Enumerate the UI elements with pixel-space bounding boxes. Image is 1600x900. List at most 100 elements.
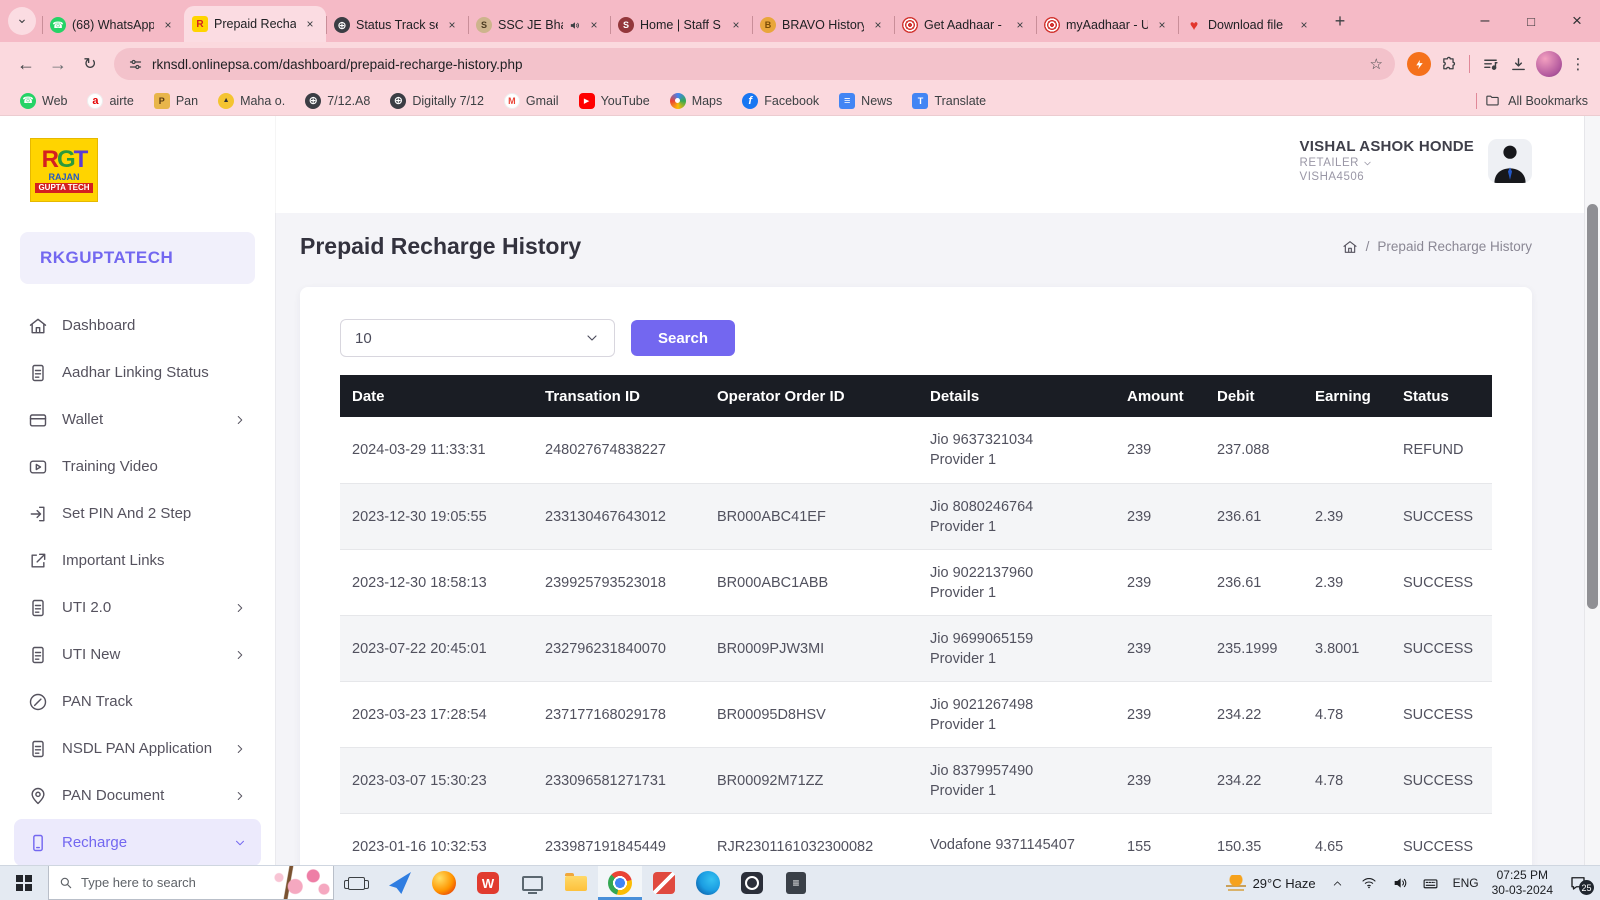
browser-tab[interactable]: BRAVO History bbox=[752, 8, 894, 42]
taskbar-search-box[interactable]: Type here to search bbox=[48, 866, 334, 900]
user-avatar[interactable] bbox=[1488, 139, 1532, 183]
bookmark-item[interactable]: Web bbox=[12, 90, 75, 112]
media-controls-icon[interactable] bbox=[1476, 50, 1504, 78]
red-app-icon[interactable] bbox=[642, 866, 686, 900]
sidebar-item[interactable]: Dashboard bbox=[14, 302, 261, 349]
tab-close-icon[interactable] bbox=[586, 17, 602, 33]
calculator-icon[interactable] bbox=[774, 866, 818, 900]
sidebar-item[interactable]: Set PIN And 2 Step bbox=[14, 490, 261, 537]
file-explorer-icon[interactable] bbox=[554, 866, 598, 900]
sidebar-item[interactable]: Wallet bbox=[14, 396, 261, 443]
new-tab-button[interactable] bbox=[1326, 7, 1354, 35]
browser-tab[interactable]: SSC JE Bha bbox=[468, 8, 610, 42]
tab-close-icon[interactable] bbox=[870, 17, 886, 33]
tab-close-icon[interactable] bbox=[302, 16, 318, 32]
browser-tab[interactable]: Status Track se bbox=[326, 8, 468, 42]
chevron-down-icon[interactable] bbox=[1362, 158, 1373, 169]
sidebar-item[interactable]: NSDL PAN Application bbox=[14, 725, 261, 772]
scrollbar-thumb[interactable] bbox=[1587, 204, 1598, 609]
table-row: 2023-12-30 18:58:13 239925793523018 BR00… bbox=[340, 549, 1492, 615]
taskbar-clock[interactable]: 07:25 PM 30-03-2024 bbox=[1492, 868, 1553, 898]
wifi-icon[interactable] bbox=[1360, 874, 1378, 892]
sidebar-item[interactable]: UTI New bbox=[14, 631, 261, 678]
sidebar-item[interactable]: Training Video bbox=[14, 443, 261, 490]
tab-close-icon[interactable] bbox=[160, 17, 176, 33]
tab-audio-icon[interactable] bbox=[569, 20, 580, 31]
language-indicator[interactable]: ENG bbox=[1453, 876, 1479, 890]
cell-amount: 155 bbox=[1115, 814, 1205, 865]
user-profile[interactable]: VISHAL ASHOK HONDE RETAILER VISHA4506 bbox=[1300, 138, 1532, 183]
brand-box[interactable]: RKGUPTATECH bbox=[20, 232, 255, 284]
site-settings-icon[interactable] bbox=[126, 55, 144, 73]
bookmark-item[interactable]: Maha o. bbox=[210, 90, 293, 112]
cell-amount: 239 bbox=[1115, 682, 1205, 747]
forward-button[interactable] bbox=[42, 48, 74, 80]
bookmark-favicon bbox=[87, 93, 103, 109]
reload-button[interactable] bbox=[74, 48, 106, 80]
sidebar-item[interactable]: Important Links bbox=[14, 537, 261, 584]
browser-tab[interactable]: myAadhaar - U bbox=[1036, 8, 1178, 42]
system-icon[interactable] bbox=[510, 866, 554, 900]
sidebar-item[interactable]: PAN Document bbox=[14, 772, 261, 819]
page-size-select[interactable]: 10 bbox=[340, 319, 615, 357]
page-scrollbar[interactable] bbox=[1584, 116, 1600, 865]
sidebar-item[interactable]: Recharge bbox=[14, 819, 261, 865]
browser-tab[interactable]: Home | Staff S bbox=[610, 8, 752, 42]
bookmark-item[interactable]: Translate bbox=[904, 90, 994, 112]
bookmark-item[interactable]: Pan bbox=[146, 90, 206, 112]
browser-tab[interactable]: Prepaid Recha bbox=[184, 6, 326, 42]
sidebar-item[interactable]: Aadhar Linking Status bbox=[14, 349, 261, 396]
tab-close-icon[interactable] bbox=[728, 17, 744, 33]
tab-close-icon[interactable] bbox=[1296, 17, 1312, 33]
back-button[interactable] bbox=[10, 48, 42, 80]
volume-icon[interactable] bbox=[1391, 874, 1409, 892]
touch-keyboard-icon[interactable] bbox=[1422, 874, 1440, 892]
blue-app-icon[interactable] bbox=[378, 866, 422, 900]
task-view-icon[interactable] bbox=[334, 866, 378, 900]
bookmark-item[interactable]: YouTube bbox=[571, 90, 658, 112]
tab-close-icon[interactable] bbox=[444, 17, 460, 33]
bookmark-star-icon[interactable] bbox=[1370, 55, 1383, 73]
bookmark-item[interactable]: News bbox=[831, 90, 900, 112]
bookmarks-bar: All Bookmarks Web airte Pan Maha o. 7/12… bbox=[0, 86, 1600, 116]
bookmark-item[interactable]: 7/12.A8 bbox=[297, 90, 378, 112]
tab-close-icon[interactable] bbox=[1012, 17, 1028, 33]
bookmark-item[interactable]: Gmail bbox=[496, 90, 567, 112]
extensions-puzzle-icon[interactable] bbox=[1435, 50, 1463, 78]
lightning-extension-icon[interactable] bbox=[1407, 52, 1431, 76]
bookmark-item[interactable]: Facebook bbox=[734, 90, 827, 112]
window-maximize-button[interactable] bbox=[1508, 0, 1554, 42]
sidebar-item[interactable]: PAN Track bbox=[14, 678, 261, 725]
show-hidden-icons-chevron[interactable] bbox=[1329, 874, 1347, 892]
all-bookmarks-button[interactable]: All Bookmarks bbox=[1508, 94, 1588, 108]
browser-tab[interactable]: Get Aadhaar - bbox=[894, 8, 1036, 42]
browser-menu-icon[interactable] bbox=[1566, 52, 1590, 76]
bookmark-item[interactable]: Maps bbox=[662, 90, 731, 112]
browser-tab[interactable]: (68) WhatsApp bbox=[42, 8, 184, 42]
tab-close-icon[interactable] bbox=[1154, 17, 1170, 33]
firefox-icon[interactable] bbox=[422, 866, 466, 900]
start-button[interactable] bbox=[0, 866, 48, 900]
weather-widget[interactable]: 29°C Haze bbox=[1226, 875, 1316, 891]
tab-search-button[interactable] bbox=[8, 7, 36, 35]
address-bar[interactable]: rknsdl.onlinepsa.com/dashboard/prepaid-r… bbox=[114, 48, 1395, 80]
bookmark-item[interactable]: airte bbox=[79, 90, 141, 112]
search-button[interactable]: Search bbox=[631, 320, 735, 356]
chrome-icon[interactable] bbox=[598, 866, 642, 900]
media-player-icon[interactable] bbox=[730, 866, 774, 900]
window-minimize-button[interactable] bbox=[1462, 0, 1508, 42]
edge-icon[interactable] bbox=[686, 866, 730, 900]
browser-tab[interactable]: Download file bbox=[1178, 8, 1320, 42]
wps-writer-icon[interactable] bbox=[466, 866, 510, 900]
taskbar-apps bbox=[334, 866, 818, 900]
action-center-icon[interactable]: 25 bbox=[1566, 873, 1590, 893]
cell-debit: 235.1999 bbox=[1205, 616, 1303, 681]
window-close-button[interactable] bbox=[1554, 0, 1600, 42]
tab-title: SSC JE Bha bbox=[498, 18, 563, 32]
home-icon[interactable] bbox=[1342, 239, 1358, 255]
sidebar-item[interactable]: UTI 2.0 bbox=[14, 584, 261, 631]
browser-profile-avatar[interactable] bbox=[1536, 51, 1562, 77]
column-header: Date bbox=[340, 375, 533, 417]
download-icon[interactable] bbox=[1504, 50, 1532, 78]
bookmark-item[interactable]: Digitally 7/12 bbox=[382, 90, 492, 112]
